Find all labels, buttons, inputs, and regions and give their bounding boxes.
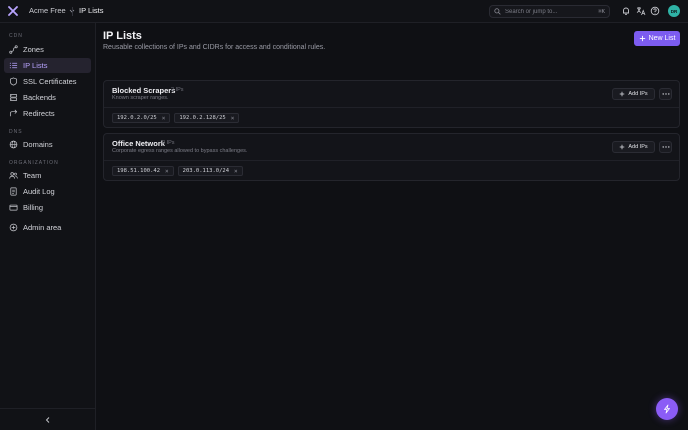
divider [72, 7, 73, 16]
list-description: Known scraper ranges. [112, 95, 169, 101]
ip-chip: 198.51.100.42 × [112, 166, 174, 176]
ip-value: 192.0.2.0/25 [117, 115, 157, 121]
list-count: 2 IPs [171, 87, 184, 93]
sidebar-footer [0, 408, 96, 430]
bell-icon[interactable] [621, 6, 631, 16]
list-icon [9, 62, 18, 69]
list-name[interactable]: Blocked Scrapers [112, 86, 175, 95]
org-switcher[interactable]: Acme Free [29, 6, 75, 15]
ip-entries: 198.51.100.42 × 203.0.113.0/24 × [112, 166, 243, 176]
ip-list-card: Office Network 2 IPs Corporate egress ra… [103, 133, 680, 181]
remove-icon[interactable]: × [231, 115, 235, 122]
sidebar-item-label: Zones [23, 45, 44, 54]
sidebar: CDN Zones IP Lists SSL Certificates Back… [0, 23, 96, 430]
plus-icon [620, 144, 625, 150]
sidebar-item-label: Billing [23, 203, 44, 212]
remove-icon[interactable]: × [165, 168, 169, 175]
add-ips-label: Add IPs [628, 91, 648, 97]
ip-chip: 192.0.2.0/25 × [112, 113, 171, 123]
search-input[interactable] [505, 8, 587, 15]
ip-value: 203.0.113.0/24 [182, 168, 230, 174]
quick-action-button[interactable] [656, 398, 678, 420]
app-logo-icon[interactable] [8, 6, 18, 16]
sidebar-item-zones[interactable]: Zones [4, 42, 91, 57]
sidebar-item-audit-log[interactable]: Audit Log [4, 184, 91, 199]
search-box[interactable]: ⌘K [489, 5, 610, 18]
translate-icon[interactable] [636, 6, 646, 16]
remove-icon[interactable]: × [234, 168, 238, 175]
org-name: Acme Free [29, 6, 66, 15]
users-icon [9, 172, 18, 179]
shield-icon [9, 77, 18, 86]
new-list-label: New List [648, 35, 676, 42]
plus-icon [639, 35, 645, 42]
sidebar-item-domains[interactable]: Domains [4, 137, 91, 152]
list-count: 2 IPs [162, 140, 175, 146]
sidebar-item-label: SSL Certificates [23, 77, 77, 86]
avatar[interactable]: DR [668, 5, 680, 17]
lightning-icon [664, 404, 670, 414]
sidebar-item-label: Admin area [23, 223, 62, 232]
sidebar-section-organization: ORGANIZATION [9, 160, 59, 166]
top-bar: Acme Free IP Lists ⌘K DR [0, 0, 688, 23]
sidebar-section-cdn: CDN [9, 33, 23, 39]
sidebar-item-label: Audit Log [23, 187, 55, 196]
sidebar-item-ip-lists[interactable]: IP Lists [4, 58, 91, 73]
list-description: Corporate egress ranges allowed to bypas… [112, 148, 248, 154]
sidebar-item-label: Team [23, 171, 42, 180]
breadcrumb[interactable]: IP Lists [79, 6, 103, 15]
list-name[interactable]: Office Network [112, 139, 165, 148]
new-list-button[interactable]: New List [634, 31, 680, 46]
globe-icon [9, 140, 18, 149]
chevron-left-icon[interactable] [44, 416, 52, 424]
page-title: IP Lists [103, 30, 142, 42]
zones-icon [9, 45, 18, 54]
card-icon [9, 204, 18, 211]
sidebar-item-backends[interactable]: Backends [4, 90, 91, 105]
ip-list-card: Blocked Scrapers 2 IPs Known scraper ran… [103, 80, 680, 128]
search-shortcut: ⌘K [598, 8, 605, 15]
add-ips-button[interactable]: Add IPs [612, 88, 655, 100]
add-ips-button[interactable]: Add IPs [612, 141, 655, 153]
sidebar-item-label: Domains [23, 140, 53, 149]
redirect-icon [9, 109, 18, 117]
ip-chip: 203.0.113.0/24 × [177, 166, 243, 176]
search-icon [494, 8, 501, 15]
ip-entries: 192.0.2.0/25 × 192.0.2.128/25 × [112, 113, 240, 123]
ip-chip: 192.0.2.128/25 × [174, 113, 240, 123]
plus-icon [620, 91, 625, 97]
add-ips-label: Add IPs [628, 144, 648, 150]
sidebar-item-label: Redirects [23, 109, 55, 118]
ip-value: 192.0.2.128/25 [179, 115, 226, 121]
sidebar-item-label: Backends [23, 93, 56, 102]
more-horizontal-icon [662, 146, 669, 148]
sidebar-item-admin-area[interactable]: Admin area [4, 220, 91, 235]
sidebar-item-ssl-certificates[interactable]: SSL Certificates [4, 74, 91, 89]
server-icon [9, 93, 18, 102]
admin-icon [9, 223, 18, 232]
more-options-button[interactable] [659, 141, 672, 153]
ip-value: 198.51.100.42 [117, 168, 161, 174]
log-icon [10, 187, 17, 196]
sidebar-section-dns: DNS [9, 129, 23, 135]
sidebar-item-label: IP Lists [23, 61, 48, 70]
divider [104, 160, 679, 161]
more-horizontal-icon [662, 93, 669, 95]
sidebar-item-billing[interactable]: Billing [4, 200, 91, 215]
more-options-button[interactable] [659, 88, 672, 100]
sidebar-item-team[interactable]: Team [4, 168, 91, 183]
divider [104, 107, 679, 108]
help-icon[interactable] [650, 6, 660, 16]
sidebar-item-redirects[interactable]: Redirects [4, 106, 91, 121]
remove-icon[interactable]: × [162, 115, 166, 122]
page-subtitle: Reusable collections of IPs and CIDRs fo… [103, 44, 326, 51]
